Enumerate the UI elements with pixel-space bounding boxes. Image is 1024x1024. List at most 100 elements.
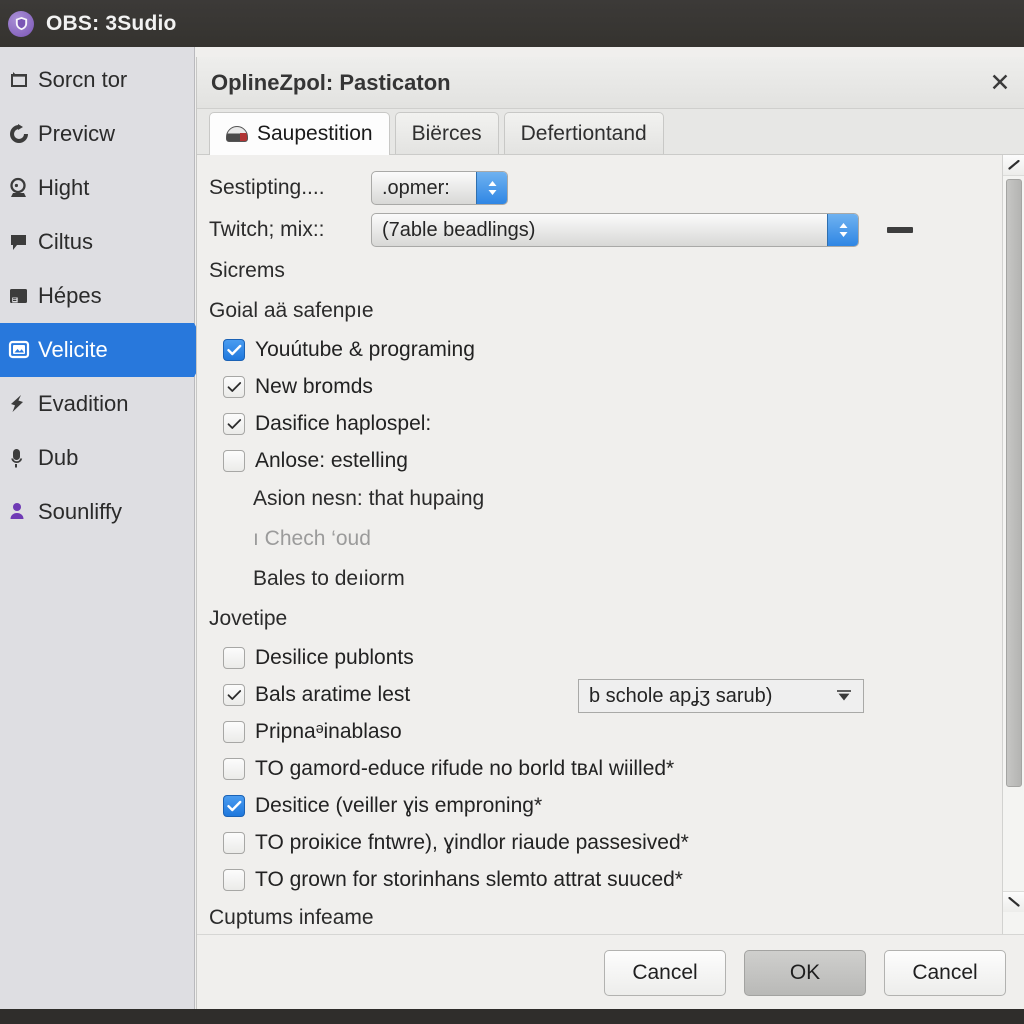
checkbox-row-dasifice-haplospel[interactable]: Dasifice haplospel: (209, 405, 997, 442)
sidebar-item-ciltus[interactable]: Ciltus (0, 215, 194, 269)
checkbox[interactable] (223, 720, 245, 743)
setting-label: Sestipting.... (209, 176, 325, 199)
sidebar-item-label: Dub (38, 445, 79, 470)
webcam-icon (0, 177, 38, 199)
cancel-button-left[interactable]: Cancel (604, 949, 726, 996)
checkbox-row-desilice-publonts[interactable]: Desilice publonts (209, 639, 997, 676)
checkbox-row-grown-for-storinhans[interactable]: TO grown for storinhanѕ slemto attrat su… (209, 861, 997, 898)
mic-icon (0, 447, 38, 469)
tab-defertiontand[interactable]: Defertiontand (503, 112, 664, 154)
close-icon[interactable]: ✕ (986, 69, 1014, 97)
screen-icon (0, 69, 38, 91)
sidebar-item-velicite[interactable]: Velicite (0, 323, 209, 377)
sidebar-item-label: Previcw (38, 121, 116, 146)
checkbox[interactable] (223, 338, 245, 361)
section-header-goal: Goial aä safenpıe (209, 299, 374, 322)
sidebar-item-hepes[interactable]: Hépes (0, 269, 194, 323)
chevron-updown-icon (827, 214, 858, 246)
scrollbar-thumb[interactable] (1006, 179, 1022, 787)
dialog-body: Sestipting.... .opmer: Twitch; mix:: (7a… (197, 155, 1024, 934)
tab-bierces[interactable]: Biërces (394, 112, 499, 154)
tab-saupestition[interactable]: Saupestition (209, 112, 390, 155)
chat-icon (0, 231, 38, 253)
scroll-up-icon[interactable] (1003, 155, 1024, 176)
checkbox[interactable] (223, 646, 245, 669)
tab-label: Defertiontand (520, 121, 647, 145)
sidebar-item-previcw[interactable]: Previcw (0, 107, 194, 161)
schole-dropdown-value: b schole apʝʒ sarub) (589, 684, 773, 707)
section-header-screens: Sicrems (209, 259, 285, 282)
sidebar-item-sorcn-tor[interactable]: Sorcn tor (0, 53, 194, 107)
vertical-scrollbar[interactable] (1002, 155, 1024, 934)
sidebar-item-sounliffy[interactable]: Sounliffy (0, 485, 194, 539)
checkbox-row-youtube-programing[interactable]: Youútube & programing (209, 331, 997, 368)
sidebar-item-label: Sounliffy (38, 499, 122, 524)
display-icon (0, 339, 38, 361)
mix-combobox-value: (7able beadlings) (382, 218, 536, 241)
refresh-icon (0, 123, 38, 145)
bottom-strip (0, 1009, 1024, 1024)
checkbox-label: Dasifice haplospel: (255, 411, 432, 435)
checkbox-label: Bals aratime lest (255, 682, 411, 706)
mix-label: Twitch; mix:: (209, 218, 325, 241)
checkbox[interactable] (223, 794, 245, 817)
ok-button[interactable]: OK (744, 949, 866, 996)
sidebar-item-label: Ciltus (38, 229, 94, 254)
checkbox-label: Desitice (veiller ɣis emproning* (255, 793, 543, 817)
sidebar: Sorcn tor Previcw Hight Ciltus Hépes Vel… (0, 47, 209, 1009)
person-icon (0, 501, 38, 523)
dialog-title: OplineZpol: Pasticaton (211, 69, 451, 95)
settings-dialog: OplineZpol: Pasticaton ✕ Saupestition Bi… (196, 57, 1024, 1010)
checkbox[interactable] (223, 683, 245, 706)
checkbox-label: Pripnaᵊinablaso (255, 719, 402, 743)
setting-combobox[interactable]: .opmer: (371, 171, 508, 205)
checkbox[interactable] (223, 757, 245, 780)
checkbox-row-anlose-estelling[interactable]: Anlose: estelling (209, 442, 997, 479)
window-title: OBS: 3Sudio (46, 11, 177, 35)
checkbox[interactable] (223, 412, 245, 435)
checkbox[interactable] (223, 831, 245, 854)
cancel-button-right[interactable]: Cancel (884, 949, 1006, 996)
checkbox-label: Anlose: estelling (255, 448, 408, 472)
checkbox-row-pripnainablaso[interactable]: Pripnaᵊinablaso (209, 713, 997, 750)
checkbox[interactable] (223, 449, 245, 472)
window-icon (0, 285, 38, 307)
sidebar-item-label: Evadition (38, 391, 129, 416)
checkbox-label: Youútube & programing (255, 337, 475, 361)
tab-strip: Saupestition Biërces Defertiontand (197, 109, 1024, 155)
mix-combobox[interactable]: (7able beadlings) (371, 213, 859, 247)
mixer-icon (226, 126, 248, 142)
app-root: OBS: 3Sudio Sorcn tor Previcw Hight Cilt… (0, 0, 1024, 1024)
checkbox-row-gamord-educe[interactable]: TO gamord-educe rifude no borld tʙᴀl wii… (209, 750, 997, 787)
checkbox[interactable] (223, 868, 245, 891)
scroll-down-icon[interactable] (1003, 891, 1024, 912)
sidebar-item-label: Hight (38, 175, 90, 200)
text-bales: Bales to deıiorm (253, 567, 405, 590)
shield-icon (8, 10, 34, 37)
chevron-down-icon (835, 685, 853, 708)
checkbox-row-proiiice-fntwre[interactable]: TO proiᴋice fntᴡre), ɣindlor riaude pass… (209, 824, 997, 861)
sidebar-item-hight[interactable]: Hight (0, 161, 194, 215)
sidebar-item-label: Sorcn tor (38, 67, 128, 92)
checkbox-label: TO grown for storinhanѕ slemto attrat su… (255, 867, 683, 891)
tab-label: Biërces (411, 121, 482, 145)
text-chech: ı Chech ‘oud (209, 519, 997, 559)
chevron-updown-icon (476, 172, 507, 204)
dialog-footer: Cancel OK Cancel (197, 934, 1024, 1010)
checkbox-label: Desilice publonts (255, 645, 414, 669)
dialog-header: OplineZpol: Pasticaton ✕ (197, 57, 1024, 109)
remove-button[interactable] (887, 227, 913, 233)
sidebar-item-evadition[interactable]: Evadition (0, 377, 194, 431)
text-asion: Asion nesn: that hupaing (253, 487, 485, 510)
section-header-jovetipe: Jovetipe (209, 607, 288, 630)
settings-form: Sestipting.... .opmer: Twitch; mix:: (7a… (197, 155, 997, 934)
checkbox[interactable] (223, 375, 245, 398)
sidebar-item-label: Velicite (38, 337, 108, 362)
checkbox-row-desitice-veiller[interactable]: Desitice (veiller ɣis emproning* (209, 787, 997, 824)
sidebar-item-dub[interactable]: Dub (0, 431, 194, 485)
section-header-captums: Cuptums infeame (209, 906, 374, 929)
schole-dropdown[interactable]: b schole apʝʒ sarub) (578, 679, 864, 713)
checkbox-row-new-bromds[interactable]: New bromds (209, 368, 997, 405)
window-titlebar: OBS: 3Sudio (0, 0, 1024, 47)
text-chech-label: ı Chech ‘oud (253, 527, 371, 550)
